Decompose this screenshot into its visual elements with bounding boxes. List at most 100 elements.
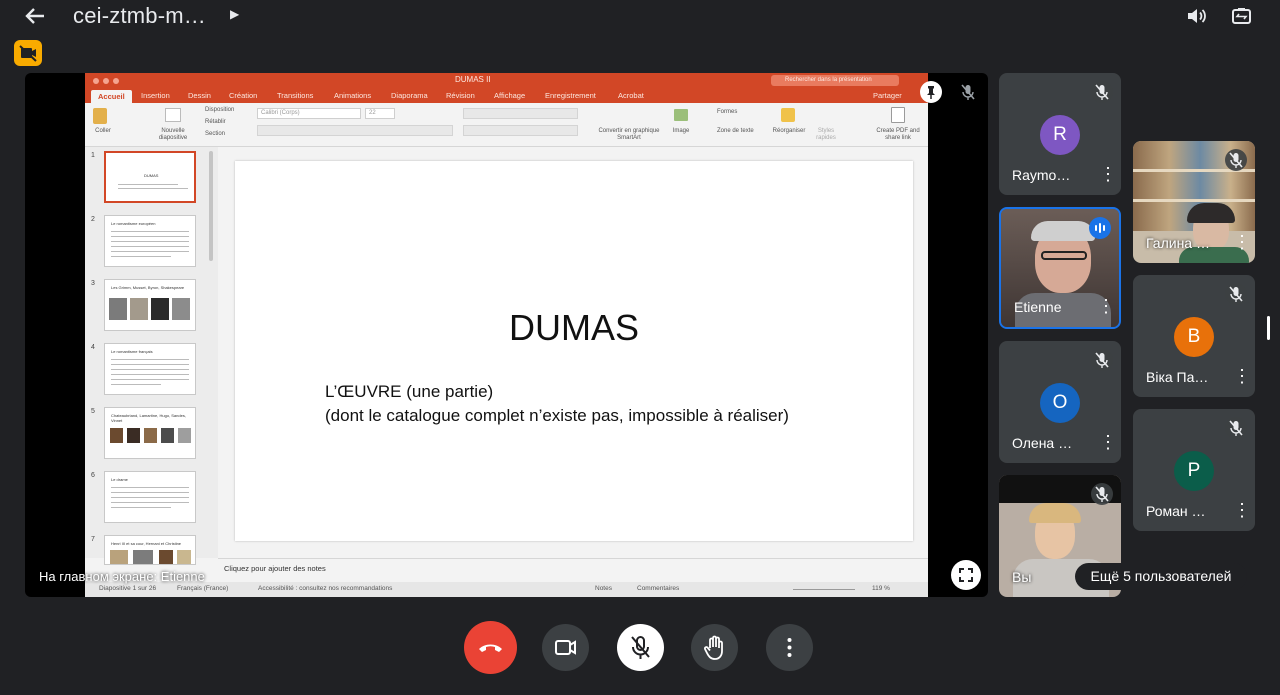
avatar: О xyxy=(1040,383,1080,423)
speaking-indicator-icon xyxy=(1089,217,1111,239)
participant-name: Вы xyxy=(1012,569,1032,585)
main-presentation[interactable]: DUMAS II Rechercher dans la présentation… xyxy=(25,73,988,597)
pdf-icon xyxy=(891,107,905,123)
tab-insertion: Insertion xyxy=(141,91,170,100)
mic-toggle-button[interactable] xyxy=(617,624,664,671)
meeting-title[interactable]: cei-ztmb-m… xyxy=(73,3,206,29)
mic-off-icon xyxy=(1225,283,1247,305)
more-vert-icon[interactable]: ⋮ xyxy=(1233,233,1251,251)
participant-tile[interactable]: R Raymo… ⋮ xyxy=(999,73,1121,195)
ribbon-retablir: Rétablir xyxy=(205,119,226,125)
thumb-number: 7 xyxy=(91,536,95,543)
format-buttons xyxy=(257,125,453,136)
ribbon-disposition: Disposition xyxy=(205,107,235,113)
ppt-search: Rechercher dans la présentation xyxy=(771,75,899,86)
tab-diaporama: Diaporama xyxy=(391,91,428,100)
more-options-button[interactable] xyxy=(766,624,813,671)
slide-thumb: DUMAS xyxy=(104,151,196,203)
status-access: Accessibilité : consultez nos recommanda… xyxy=(258,585,393,592)
slide-text-line: (dont le catalogue complet n’existe pas,… xyxy=(325,406,789,425)
ribbon-pdf: Create PDF and share link xyxy=(876,128,920,141)
slide-canvas: DUMAS L’ŒUVRE (une partie) (dont le cata… xyxy=(235,161,913,541)
thumb-number: 2 xyxy=(91,216,95,223)
participant-name: Etienne xyxy=(1014,299,1062,315)
slide-thumb: Le romantisme français xyxy=(104,343,196,395)
status-comments: Commentaires xyxy=(637,585,680,592)
participant-name: Raymo… xyxy=(1012,167,1071,183)
participant-name: Галина … xyxy=(1146,235,1210,251)
ribbon-nouvelle: Nouvelle diapositive xyxy=(158,128,188,141)
more-vert-icon[interactable]: ⋮ xyxy=(1099,433,1117,451)
more-vert-icon[interactable]: ⋮ xyxy=(1099,165,1117,183)
tab-acrobat: Acrobat xyxy=(618,91,644,100)
thumb-scrollbar[interactable] xyxy=(209,151,213,261)
fullscreen-icon[interactable] xyxy=(951,560,981,590)
shelf xyxy=(1133,199,1255,202)
thumb-number: 3 xyxy=(91,280,95,287)
status-zoom: 119 % xyxy=(872,585,890,592)
camera-button[interactable] xyxy=(542,624,589,671)
hair xyxy=(1029,503,1081,523)
ribbon-image: Image xyxy=(672,128,690,134)
slide-thumb: Le romantisme européen xyxy=(104,215,196,267)
ribbon-zone: Zone de texte xyxy=(717,128,754,134)
camera-switch-icon[interactable] xyxy=(1230,4,1256,28)
mic-off-icon xyxy=(1091,483,1113,505)
pin-icon[interactable] xyxy=(920,81,942,103)
tab-affichage: Affichage xyxy=(494,91,526,100)
slide-thumb: Chateaubriand, Lamartine, Hugo, Sandes, … xyxy=(104,407,196,459)
slide-text-line: L’ŒUVRE (une partie) xyxy=(325,382,494,401)
ribbon-styles: Styles rapides xyxy=(816,128,836,141)
participant-tile[interactable]: В Віка Па… ⋮ xyxy=(1133,275,1255,397)
ribbon-formes: Formes xyxy=(717,109,738,115)
participant-tile[interactable]: Р Роман … ⋮ xyxy=(1133,409,1255,531)
participant-name: Роман … xyxy=(1146,503,1206,519)
top-bar: cei-ztmb-m… ▶ xyxy=(0,0,1280,36)
ppt-titlebar: DUMAS II Rechercher dans la présentation xyxy=(85,73,928,89)
tab-animations: Animations xyxy=(334,91,372,100)
mic-off-icon xyxy=(957,81,979,103)
end-call-button[interactable] xyxy=(464,621,517,674)
more-vert-icon[interactable]: ⋮ xyxy=(1233,501,1251,519)
raise-hand-button[interactable] xyxy=(691,624,738,671)
chevron-right-icon[interactable]: ▶ xyxy=(230,7,239,21)
image-icon xyxy=(674,109,688,121)
tab-accueil: Accueil xyxy=(91,90,132,103)
thumb-number: 5 xyxy=(91,408,95,415)
thumb-number: 6 xyxy=(91,472,95,479)
paragraph-buttons xyxy=(463,108,578,119)
zoom-slider xyxy=(793,589,855,590)
participant-tile[interactable]: Галина … ⋮ xyxy=(1133,141,1255,263)
tab-dessin: Dessin xyxy=(188,91,211,100)
scroll-indicator[interactable] xyxy=(1267,316,1270,340)
hair xyxy=(1031,221,1095,241)
more-vert-icon[interactable]: ⋮ xyxy=(1097,297,1115,315)
no-video-icon xyxy=(14,40,42,66)
font-select: Calibri (Corps) xyxy=(257,108,361,119)
tab-creation: Création xyxy=(229,91,258,100)
slide-thumb: Le drame xyxy=(104,471,196,523)
mic-off-icon xyxy=(1091,349,1113,371)
participant-tile[interactable]: О Олена … ⋮ xyxy=(999,341,1121,463)
ppt-doc-title: DUMAS II xyxy=(455,75,491,84)
volume-icon[interactable] xyxy=(1184,4,1208,28)
slide-thumb: Henri III et sa cour, Hernani et Christi… xyxy=(104,535,196,565)
paste-icon xyxy=(93,108,107,124)
participant-name: Олена … xyxy=(1012,435,1073,451)
more-vert-icon[interactable]: ⋮ xyxy=(1233,367,1251,385)
more-users-button[interactable]: Ещё 5 пользователей xyxy=(1075,563,1247,590)
mic-off-icon xyxy=(1225,417,1247,439)
thumb-number: 1 xyxy=(91,152,95,159)
tab-revision: Révision xyxy=(446,91,475,100)
status-slide: Diapositive 1 sur 26 xyxy=(99,585,157,592)
ppt-status-bar: Diapositive 1 sur 26 Français (France) A… xyxy=(85,582,928,597)
slide-thumb: Les Grimm, Musset, Byron, Shakespeare xyxy=(104,279,196,331)
thumb-number: 4 xyxy=(91,344,95,351)
slide-thumbnails: 1 DUMAS 2 Le romantisme européen 3 Les G… xyxy=(85,147,218,565)
participant-tile[interactable]: Etienne ⋮ xyxy=(999,207,1121,329)
status-notes: Notes xyxy=(595,585,612,592)
back-arrow-icon[interactable] xyxy=(22,4,48,28)
notes-pane: Cliquez pour ajouter des notes xyxy=(218,558,928,582)
mic-off-icon xyxy=(1225,149,1247,171)
participant-name: Віка Па… xyxy=(1146,369,1209,385)
